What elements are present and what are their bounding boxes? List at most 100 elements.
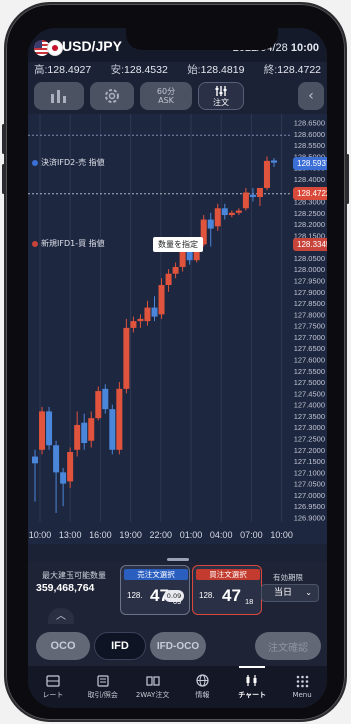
time-text: 10:00	[290, 42, 319, 54]
expiry-select[interactable]: 当日 ⌄	[261, 584, 319, 602]
candle-body	[74, 424, 81, 450]
y-tick-label: 127.3000	[294, 423, 325, 432]
y-tick-label: 127.1500	[294, 457, 325, 466]
buy-price-main: 47	[222, 586, 241, 605]
current-price-tag: 128.4722	[293, 187, 327, 200]
nav-chart-label: チャート	[238, 691, 267, 699]
new-order-price-tag: 128.3345	[293, 238, 327, 251]
nav-trade[interactable]: 取引/照会	[78, 666, 128, 708]
y-tick-label: 128.0000	[294, 265, 325, 274]
nav-menu[interactable]: Menu	[277, 666, 327, 708]
nav-twoway-label: 2WAY注文	[135, 690, 170, 699]
candle-body	[151, 307, 158, 317]
nav-menu-label: Menu	[292, 691, 312, 699]
y-tick-label: 128.0500	[294, 254, 325, 263]
x-tick-label: 10:00	[29, 530, 52, 540]
drag-handle[interactable]	[167, 558, 189, 561]
close-order-line-label[interactable]: 決済IFD2-売 指値	[32, 157, 105, 168]
order-type-oco[interactable]: OCO	[36, 632, 90, 660]
notch	[126, 28, 278, 50]
trade-icon	[97, 674, 109, 687]
timeframe-side: ASK	[158, 96, 174, 105]
chart-toolbar: 60分 ASK 注文 ‹	[28, 80, 327, 112]
buy-label: 買注文選択	[196, 569, 260, 580]
buy-price-pip: 18	[245, 597, 254, 606]
spread-badge: 0.09	[164, 590, 184, 602]
phone-frame: USD/JPY 2022/04/28 10:00 高:128.4927 安:12…	[2, 2, 349, 722]
ohlc-close: 終:128.4722	[263, 64, 321, 76]
candle-body	[60, 472, 67, 484]
chevron-up-icon: ︿	[56, 611, 66, 622]
chevron-down-icon: ⌄	[305, 588, 312, 597]
x-tick-label: 22:00	[150, 530, 173, 540]
y-tick-label: 127.4500	[294, 389, 325, 398]
chart-icon	[246, 675, 257, 686]
nav-info-label: 情報	[195, 691, 210, 699]
candle-body	[263, 160, 270, 188]
candle-body	[137, 318, 144, 322]
order-mode-label: 注文	[213, 97, 229, 107]
candle-body	[242, 192, 249, 209]
candle-body	[221, 208, 228, 216]
buy-quote-button[interactable]: 買注文選択 128. 47 18	[192, 565, 262, 615]
nav-info[interactable]: 情報	[177, 666, 227, 708]
nav-twoway[interactable]: 2WAY注文	[128, 666, 178, 708]
order-type-ifd-oco[interactable]: IFD-OCO	[150, 632, 206, 660]
indicator-button[interactable]	[34, 82, 84, 110]
y-tick-label: 127.0000	[294, 491, 325, 500]
candle-body	[130, 321, 137, 328]
bottom-nav: レート 取引/照会 2WAY注文 情報 チャート Menu	[28, 666, 327, 708]
new-order-text: 新規IFD1-買 指値	[41, 239, 105, 248]
sell-price-prefix: 128.	[127, 591, 143, 600]
y-tick-label: 128.6000	[294, 130, 325, 139]
close-order-dot-icon	[32, 159, 38, 166]
candle-body	[256, 187, 263, 197]
max-quantity-label: 最大建玉可能数量	[42, 571, 106, 580]
timeframe-value: 60分	[156, 87, 176, 96]
chevron-left-icon: ‹	[308, 88, 314, 104]
new-order-line-label[interactable]: 新規IFD1-買 指値	[32, 238, 105, 249]
globe-icon	[196, 674, 209, 687]
candlestick-chart[interactable]: 10:00 13:00 16:00 19:00 22:00 01:00 04:00 07:00…	[28, 114, 327, 544]
order-type-ifd[interactable]: IFD	[94, 632, 146, 660]
candle-body	[172, 266, 179, 274]
max-quantity-value: 359,468,764	[36, 582, 95, 594]
candle-body	[88, 418, 95, 441]
y-tick-label: 126.9000	[294, 513, 325, 522]
candle-body	[165, 273, 172, 286]
candle-body	[158, 285, 165, 315]
candle-body	[271, 160, 277, 163]
y-tick-label: 127.1000	[294, 468, 325, 477]
currency-pair[interactable]: USD/JPY	[62, 38, 122, 54]
x-tick-label: 19:00	[119, 530, 142, 540]
quantity-tooltip[interactable]: 数量を指定	[153, 237, 203, 252]
menu-grid-icon	[296, 675, 308, 688]
y-tick-label: 127.7000	[294, 333, 325, 342]
collapse-panel-button[interactable]: ︿	[48, 608, 74, 624]
x-tick-label: 10:00	[270, 530, 293, 540]
x-tick-label: 01:00	[180, 530, 203, 540]
buy-price-prefix: 128.	[199, 591, 215, 600]
ohlc-bar: 高:128.4927 安:128.4532 始:128.4819 終:128.4…	[28, 62, 327, 78]
chart-canvas: 10:00 13:00 16:00 19:00 22:00 01:00 04:00 07:00…	[28, 114, 325, 540]
rate-icon	[46, 674, 60, 687]
candle-body	[95, 391, 102, 419]
gear-icon	[105, 89, 119, 103]
candle-body	[235, 210, 242, 213]
nav-rate[interactable]: レート	[28, 666, 78, 708]
x-tick-label: 16:00	[89, 530, 112, 540]
y-tick-label: 126.9500	[294, 502, 325, 511]
y-tick-label: 127.7500	[294, 322, 325, 331]
power-button	[346, 154, 349, 204]
collapse-toolbar-button[interactable]: ‹	[298, 82, 324, 110]
settings-button[interactable]	[90, 82, 134, 110]
confirm-order-button[interactable]: 注文確認	[255, 632, 321, 660]
timeframe-button[interactable]: 60分 ASK	[140, 82, 192, 110]
candle-body	[116, 388, 123, 450]
ohlc-open: 始:128.4819	[187, 64, 245, 76]
nav-chart[interactable]: チャート	[227, 666, 277, 708]
x-tick-label: 07:00	[240, 530, 263, 540]
order-mode-button[interactable]: 注文	[198, 82, 244, 110]
x-tick-label: 04:00	[210, 530, 233, 540]
candle-body	[32, 456, 38, 464]
